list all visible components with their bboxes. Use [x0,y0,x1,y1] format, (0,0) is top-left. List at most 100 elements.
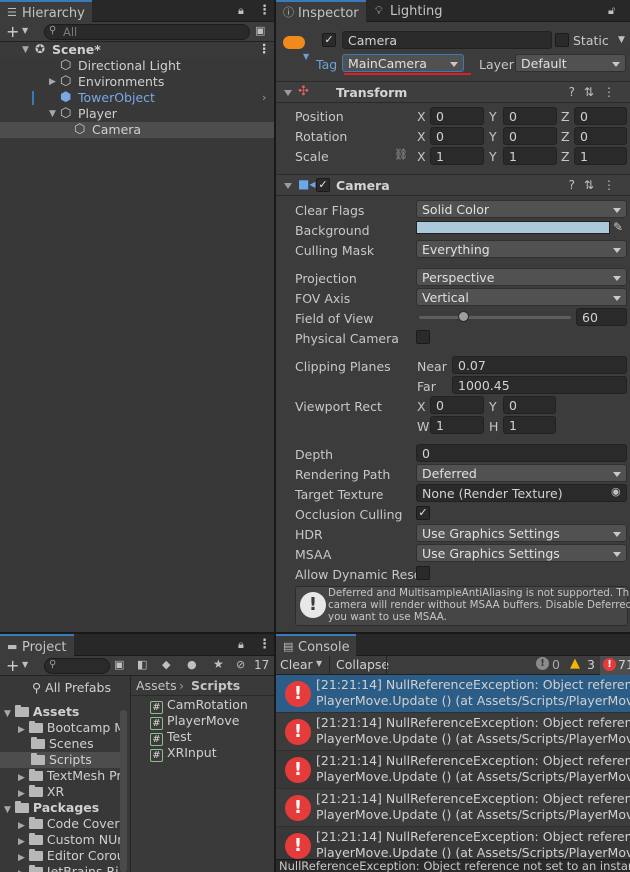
camera-header[interactable]: ■◂ ✓ Camera ?⇅⋮ [276,174,630,196]
viewport-h-field[interactable]: 1 [503,416,556,434]
collapse-arrow-icon[interactable]: ▶ [18,773,25,783]
position-x-field[interactable]: 0 [430,107,484,125]
fov-value-field[interactable]: 60 [576,308,627,326]
scale-y-field[interactable]: 1 [503,147,557,165]
occlusion-culling-checkbox[interactable]: ✓ [416,506,430,520]
collapse-arrow-icon[interactable]: ▶ [18,725,25,735]
rendering-path-dropdown[interactable]: Deferred [416,464,627,482]
viewport-y-field[interactable]: 0 [503,396,556,414]
clear-options-dropdown[interactable]: ▼ [316,659,322,668]
file-item[interactable]: # PlayerMove [150,713,239,730]
expand-arrow-icon[interactable]: ▼ [4,709,11,719]
collapse-arrow-icon[interactable]: ▶ [18,837,25,847]
lock-icon[interactable]: 🔒︎ [238,638,244,652]
tab-hierarchy[interactable]: ☰ Hierarchy [0,0,92,23]
tree-item-jetbrains[interactable]: ▶JetBrains Ri [18,864,119,872]
chevron-down-icon[interactable]: ▼ [22,26,28,35]
position-y-field[interactable]: 0 [503,107,557,125]
log-entry[interactable]: ! [21:21:14] NullReferenceException: Obj… [276,751,630,789]
expand-arrow-icon[interactable]: ▼ [4,805,11,815]
collapse-button[interactable]: Collapse [336,657,389,672]
rotation-y-field[interactable]: 0 [503,127,557,145]
tree-item-packages[interactable]: ▼ Packages [4,800,99,815]
fov-slider-track[interactable] [419,316,571,319]
object-picker-icon[interactable]: ◉ [611,485,621,498]
add-icon[interactable]: + [6,656,19,675]
position-z-field[interactable]: 0 [574,107,627,125]
warning-filter-toggle[interactable]: ▲ 3 [567,656,599,675]
msaa-dropdown[interactable]: Use Graphics Settings [416,544,627,562]
near-field[interactable]: 0.07 [452,356,627,374]
file-item[interactable]: # XRInput [150,745,217,762]
chevron-down-icon[interactable]: ▼ [22,660,28,669]
error-filter-toggle[interactable]: ! 71 [600,656,630,675]
hdr-dropdown[interactable]: Use Graphics Settings [416,524,627,542]
hidden-packages-icon[interactable]: ⊘ [236,658,245,671]
rotation-z-field[interactable]: 0 [574,127,627,145]
hierarchy-item-environments[interactable]: ▶ ⬡ Environments [0,74,274,90]
more-menu-icon[interactable]: ⋮ [258,3,271,18]
favorite-star-icon[interactable]: ★ [213,657,224,671]
hierarchy-item-scene[interactable]: ▼ ✪ Scene* ⋮ [0,41,274,58]
file-item[interactable]: # Test [150,729,192,746]
search-by-type-icon[interactable]: ▣ [114,658,124,671]
dynamic-resolution-checkbox[interactable] [416,566,430,580]
rotation-x-field[interactable]: 0 [430,127,484,145]
tree-scrollbar[interactable] [120,710,127,872]
log-entry[interactable]: ! [21:21:14] NullReferenceException: Obj… [276,675,630,713]
lock-icon[interactable]: 🔒︎ [238,4,244,18]
culling-mask-dropdown[interactable]: Everything [416,240,627,258]
layer-dropdown[interactable]: Default [515,54,626,72]
eyedropper-icon[interactable]: ✎ [613,220,623,234]
scene-visibility-icon[interactable]: ▣ [255,24,265,37]
breadcrumb-assets[interactable]: Assets [136,678,177,693]
info-filter-toggle[interactable]: ! 0 [532,656,566,675]
viewport-x-field[interactable]: 0 [430,396,484,414]
project-search-input[interactable]: ⚲ [44,658,110,674]
tab-lighting[interactable]: 💡︎ Lighting [368,0,454,23]
expand-arrow-icon[interactable] [284,90,292,96]
collapse-arrow-icon[interactable]: ▶ [49,77,56,87]
hierarchy-item-directional-light[interactable]: ⬡ Directional Light [0,58,274,74]
far-field[interactable]: 1000.45 [452,376,627,394]
tree-item-textmesh[interactable]: ▶ TextMesh Pr [18,768,122,783]
tree-item-custom-nunit[interactable]: ▶ Custom NUr [18,832,122,847]
hierarchy-item-camera[interactable]: ⬡ Camera [0,122,274,138]
collapse-arrow-icon[interactable]: ▶ [18,789,25,799]
viewport-w-field[interactable]: 1 [430,416,484,434]
component-header-icons[interactable]: ?⇅⋮ [569,85,624,99]
clear-button[interactable]: Clear [280,657,313,672]
more-menu-icon[interactable]: ⋮ [258,41,271,56]
log-entry[interactable]: ! [21:21:14] NullReferenceException: Obj… [276,789,630,827]
tree-item-xr[interactable]: ▶ XR [18,784,64,799]
static-dropdown-arrow[interactable]: ▼ [618,35,625,45]
more-menu-icon[interactable]: ⋮ [258,637,271,652]
tab-project[interactable]: ▬ Project [0,634,74,657]
chevron-right-icon[interactable]: › [262,91,266,104]
tree-item-code-coverage[interactable]: ▶ Code Covera [18,816,127,831]
clear-flags-dropdown[interactable]: Solid Color [416,200,627,218]
tree-item-scripts[interactable]: Scripts [31,752,92,767]
all-prefabs-item[interactable]: ⚲ All Prefabs [32,680,111,695]
log-filter-icon[interactable]: ● [187,658,197,671]
hierarchy-item-towerobject[interactable]: ⬢ TowerObject › [0,90,274,106]
fov-slider-thumb[interactable] [458,311,470,322]
collapse-arrow-icon[interactable]: ▶ [18,853,25,863]
tree-item-assets[interactable]: ▼ Assets [4,704,79,719]
static-checkbox[interactable] [555,33,569,47]
active-checkbox[interactable]: ✓ [322,33,336,47]
tree-item-scenes[interactable]: Scenes [31,736,94,751]
fov-axis-dropdown[interactable]: Vertical [416,288,627,306]
lock-icon[interactable]: 🔓︎ [608,4,615,18]
object-name-field[interactable]: Camera [342,31,552,49]
constrain-proportions-icon[interactable]: ⛓︎ [394,148,408,161]
background-color-swatch[interactable] [416,221,610,234]
transform-header[interactable]: ✣ Transform ?⇅⋮ [276,81,630,103]
tab-inspector[interactable]: ⓘ Inspector [276,0,366,23]
add-icon[interactable]: + [6,22,19,41]
scale-z-field[interactable]: 1 [574,147,627,165]
filter-type-icon[interactable]: ◧ [137,658,147,671]
tab-console[interactable]: ▤ Console [276,634,356,657]
expand-arrow-icon[interactable]: ▼ [22,45,29,55]
component-header-icons[interactable]: ?⇅⋮ [569,178,624,192]
